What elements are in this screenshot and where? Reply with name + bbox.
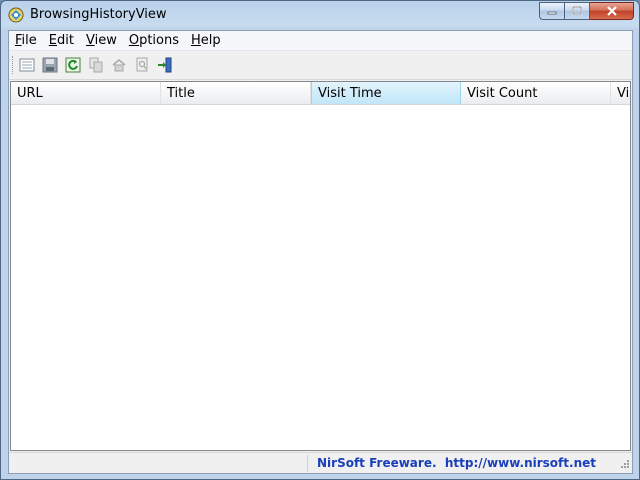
- close-icon: [606, 6, 617, 16]
- column-header-title[interactable]: Title: [161, 82, 311, 104]
- menu-options[interactable]: Options: [123, 31, 185, 50]
- menu-options-accel: O: [128, 33, 140, 48]
- column-header-url[interactable]: URL: [11, 82, 161, 104]
- column-header-visited-from[interactable]: Visi: [611, 82, 630, 104]
- minimize-icon: [547, 11, 557, 15]
- window-title: BrowsingHistoryView: [30, 7, 167, 22]
- status-divider: [307, 455, 308, 472]
- refresh-icon: [65, 57, 81, 73]
- menu-file[interactable]: File: [9, 31, 43, 50]
- save-button[interactable]: [40, 56, 60, 74]
- maximize-icon: [572, 6, 582, 15]
- close-button[interactable]: [590, 2, 634, 20]
- maximize-button[interactable]: [565, 2, 590, 20]
- menu-bar: File Edit View Options Help: [9, 31, 632, 51]
- menu-help-label: elp: [200, 33, 221, 48]
- properties-icon: [112, 59, 126, 72]
- refresh-button[interactable]: [63, 56, 83, 74]
- title-bar[interactable]: BrowsingHistoryView: [1, 1, 639, 30]
- properties-button[interactable]: [109, 56, 129, 74]
- list-header: URL Title Visit Time Visit Count Visi: [11, 82, 630, 105]
- menu-edit-accel: E: [48, 33, 57, 48]
- exit-icon: [158, 57, 172, 73]
- menu-edit[interactable]: Edit: [43, 31, 80, 50]
- exit-button[interactable]: [155, 56, 175, 74]
- options-button[interactable]: [17, 56, 37, 74]
- menu-options-label: ptions: [139, 33, 179, 48]
- status-bar: NirSoft Freeware. http://www.nirsoft.net: [9, 452, 632, 473]
- copy-icon: [89, 57, 103, 73]
- menu-view-accel: V: [85, 33, 95, 48]
- toolbar-grip[interactable]: [12, 56, 14, 74]
- minimize-button[interactable]: [539, 2, 565, 20]
- size-grip-icon[interactable]: [618, 459, 630, 471]
- column-header-visit-time[interactable]: Visit Time: [311, 82, 461, 104]
- menu-view-label: iew: [94, 33, 117, 48]
- copy-button[interactable]: [86, 56, 106, 74]
- list-options-icon: [19, 58, 35, 72]
- client-area: File Edit View Options Help URL Title Vi…: [8, 30, 633, 474]
- caption-buttons: [539, 2, 634, 20]
- nirsoft-link[interactable]: NirSoft Freeware. http://www.nirsoft.net: [317, 456, 596, 470]
- column-header-visit-count[interactable]: Visit Count: [461, 82, 611, 104]
- history-list[interactable]: URL Title Visit Time Visit Count Visi: [10, 81, 631, 451]
- menu-edit-label: dit: [57, 33, 74, 48]
- menu-help-accel: H: [191, 33, 201, 48]
- find-button[interactable]: [132, 56, 152, 74]
- menu-file-label: ile: [21, 33, 37, 48]
- find-icon: [136, 57, 148, 72]
- app-icon[interactable]: [8, 7, 24, 23]
- menu-view[interactable]: View: [80, 31, 123, 50]
- app-window: BrowsingHistoryView File Edit View Optio…: [0, 0, 640, 480]
- toolbar: [9, 51, 632, 80]
- menu-help[interactable]: Help: [185, 31, 227, 50]
- save-icon: [42, 57, 58, 73]
